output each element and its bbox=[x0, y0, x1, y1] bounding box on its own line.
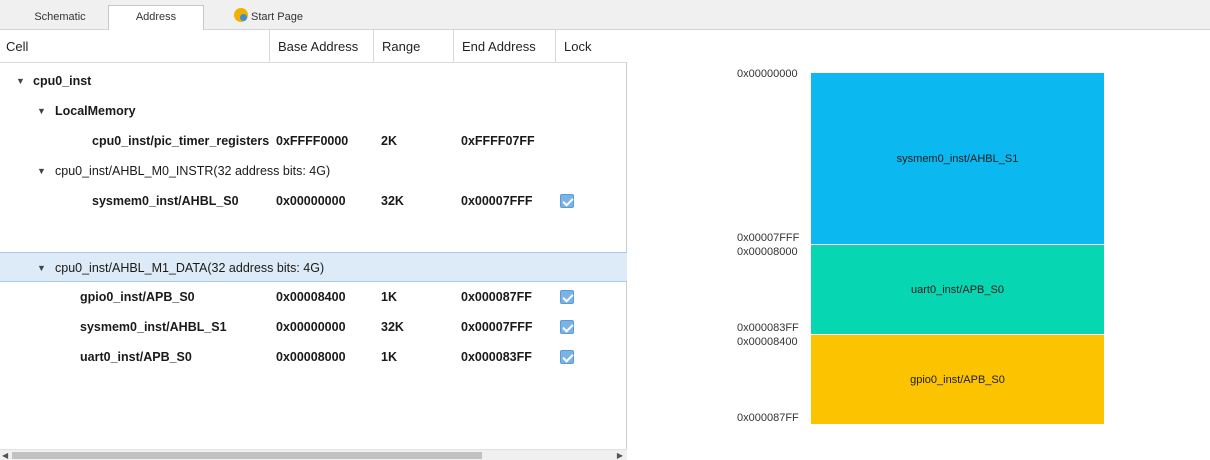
base-address: 0x00008400 bbox=[276, 290, 346, 304]
collapse-icon[interactable]: ▼ bbox=[37, 156, 46, 186]
tab-bar: Schematic Address Start Page bbox=[0, 0, 1210, 31]
address-label: 0x00007FFF bbox=[737, 232, 800, 244]
address-label: 0x000087FF bbox=[737, 412, 799, 424]
tab-address[interactable]: Address bbox=[108, 5, 204, 31]
memory-block-gpio0-apb-s0[interactable]: gpio0_inst/APB_S0 bbox=[811, 335, 1104, 424]
range: 32K bbox=[381, 194, 404, 208]
cell-name: cpu0_inst/pic_timer_registers bbox=[92, 134, 270, 148]
memory-block-sysmem0-ahbl-s1[interactable]: sysmem0_inst/AHBL_S1 bbox=[811, 73, 1104, 244]
table-row[interactable]: sysmem0_inst/AHBL_S0 0x00000000 32K 0x00… bbox=[0, 186, 627, 216]
table-row[interactable]: cpu0_inst/pic_timer_registers 0xFFFF0000… bbox=[0, 126, 627, 156]
base-address: 0x00008000 bbox=[276, 350, 346, 364]
tree-row-localmemory[interactable]: ▼ LocalMemory bbox=[0, 96, 627, 126]
tree-row-cpu0-inst[interactable]: ▼ cpu0_inst bbox=[0, 66, 627, 96]
tab-schematic[interactable]: Schematic bbox=[24, 6, 96, 30]
row-label: cpu0_inst bbox=[33, 74, 92, 88]
end-address: 0x00007FFF bbox=[461, 320, 533, 334]
end-address: 0x000083FF bbox=[461, 350, 532, 364]
column-header-range[interactable]: Range bbox=[374, 30, 454, 63]
end-address: 0x000087FF bbox=[461, 290, 532, 304]
base-address: 0xFFFF0000 bbox=[276, 134, 349, 148]
table-row[interactable]: sysmem0_inst/AHBL_S1 0x00000000 32K 0x00… bbox=[0, 312, 627, 342]
scrollbar-thumb[interactable] bbox=[12, 452, 482, 459]
row-label: LocalMemory bbox=[55, 104, 136, 118]
table-row[interactable]: gpio0_inst/APB_S0 0x00008400 1K 0x000087… bbox=[0, 282, 627, 312]
column-header-cell[interactable]: Cell bbox=[0, 30, 270, 63]
range: 32K bbox=[381, 320, 404, 334]
scroll-left-icon[interactable]: ◀ bbox=[2, 451, 8, 460]
table-header: Cell Base Address Range End Address Lock bbox=[0, 30, 627, 63]
horizontal-scrollbar[interactable]: ◀ ▶ bbox=[0, 449, 627, 460]
lock-checkbox[interactable] bbox=[560, 320, 574, 334]
address-label: 0x00008400 bbox=[737, 336, 798, 348]
tab-start-page[interactable]: Start Page bbox=[228, 6, 328, 30]
row-label: cpu0_inst/AHBL_M1_DATA(32 address bits: … bbox=[55, 261, 325, 275]
address-label: 0x00008000 bbox=[737, 246, 798, 258]
tree-row-ahbl-m1-data[interactable]: ▼ cpu0_inst/AHBL_M1_DATA(32 address bits… bbox=[0, 252, 627, 282]
cell-name: uart0_inst/APB_S0 bbox=[80, 350, 192, 364]
lock-checkbox[interactable] bbox=[560, 290, 574, 304]
range: 1K bbox=[381, 290, 397, 304]
end-address: 0xFFFF07FF bbox=[461, 134, 535, 148]
range: 2K bbox=[381, 134, 397, 148]
start-page-icon bbox=[234, 8, 248, 22]
lock-checkbox[interactable] bbox=[560, 194, 574, 208]
tab-start-page-label: Start Page bbox=[251, 11, 303, 23]
column-header-lock[interactable]: Lock bbox=[556, 30, 627, 63]
base-address: 0x00000000 bbox=[276, 320, 346, 334]
row-label: cpu0_inst/AHBL_M0_INSTR(32 address bits:… bbox=[55, 164, 331, 178]
end-address: 0x00007FFF bbox=[461, 194, 533, 208]
cell-name: sysmem0_inst/AHBL_S1 bbox=[80, 320, 227, 334]
collapse-icon[interactable]: ▼ bbox=[37, 253, 46, 283]
lock-checkbox[interactable] bbox=[560, 350, 574, 364]
scroll-right-icon[interactable]: ▶ bbox=[617, 451, 623, 460]
block-label: uart0_inst/APB_S0 bbox=[911, 283, 1004, 296]
collapse-icon[interactable]: ▼ bbox=[37, 96, 46, 126]
column-header-base-address[interactable]: Base Address bbox=[270, 30, 374, 63]
memory-block-uart0-apb-s0[interactable]: uart0_inst/APB_S0 bbox=[811, 245, 1104, 334]
collapse-icon[interactable]: ▼ bbox=[16, 66, 25, 96]
cell-name: sysmem0_inst/AHBL_S0 bbox=[92, 194, 239, 208]
tree-row-ahbl-m0-instr[interactable]: ▼ cpu0_inst/AHBL_M0_INSTR(32 address bit… bbox=[0, 156, 627, 186]
address-label: 0x000083FF bbox=[737, 322, 799, 334]
cell-name: gpio0_inst/APB_S0 bbox=[80, 290, 195, 304]
base-address: 0x00000000 bbox=[276, 194, 346, 208]
address-tree-table: Cell Base Address Range End Address Lock… bbox=[0, 30, 627, 460]
address-label: 0x00000000 bbox=[737, 68, 798, 80]
block-label: sysmem0_inst/AHBL_S1 bbox=[896, 152, 1019, 165]
range: 1K bbox=[381, 350, 397, 364]
block-label: gpio0_inst/APB_S0 bbox=[910, 373, 1005, 386]
column-header-end-address[interactable]: End Address bbox=[454, 30, 556, 63]
table-row[interactable]: uart0_inst/APB_S0 0x00008000 1K 0x000083… bbox=[0, 342, 627, 372]
